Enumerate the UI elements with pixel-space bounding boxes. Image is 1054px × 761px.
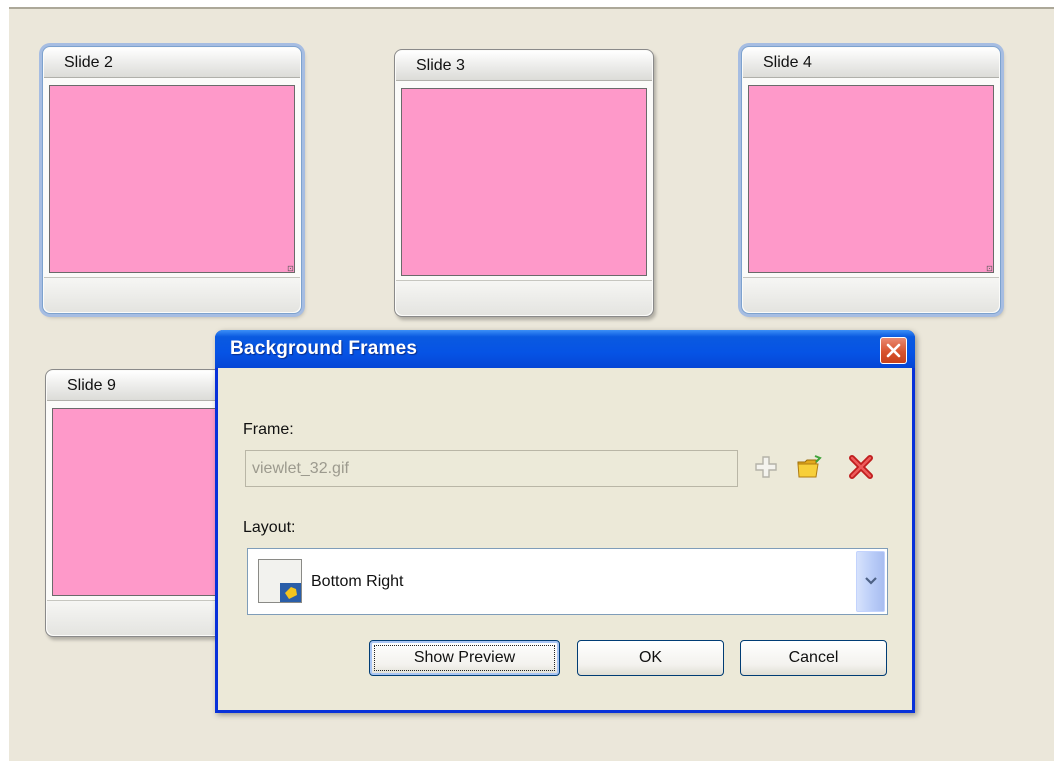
layout-dropdown[interactable]: Bottom Right xyxy=(247,548,888,615)
delete-icon[interactable] xyxy=(848,454,874,480)
resize-icon[interactable]: ⊡ xyxy=(287,265,294,273)
dropdown-button[interactable] xyxy=(856,551,885,612)
ok-button[interactable]: OK xyxy=(577,640,724,676)
focus-ring xyxy=(374,645,555,671)
cancel-label: Cancel xyxy=(788,649,839,666)
resize-icon[interactable]: ⊡ xyxy=(986,265,993,273)
slide-title: Slide 3 xyxy=(396,51,652,81)
layout-label: Layout: xyxy=(243,519,296,536)
layout-bottom-right-icon xyxy=(258,559,302,603)
layout-value: Bottom Right xyxy=(311,573,404,590)
slide-card-4[interactable]: Slide 4 ⊡ xyxy=(741,46,1001,314)
slide-thumbnail[interactable]: ⊡ xyxy=(748,85,994,273)
open-folder-icon[interactable] xyxy=(796,454,822,480)
slide-footer xyxy=(44,277,300,312)
cancel-button[interactable]: Cancel xyxy=(740,640,887,676)
close-icon xyxy=(886,343,901,358)
chevron-down-icon xyxy=(865,577,877,585)
slide-title: Slide 4 xyxy=(743,48,999,78)
ok-label: OK xyxy=(638,649,663,666)
show-preview-button[interactable]: Show Preview xyxy=(369,640,560,676)
slide-card-3[interactable]: Slide 3 xyxy=(394,49,654,317)
slide-card-2[interactable]: Slide 2 ⊡ xyxy=(42,46,302,314)
slide-thumbnail[interactable] xyxy=(401,88,647,276)
slide-title: Slide 2 xyxy=(44,48,300,78)
dialog-titlebar[interactable]: Background Frames xyxy=(215,330,915,368)
slide-footer xyxy=(743,277,999,312)
window-left-edge xyxy=(0,0,9,761)
background-frames-dialog: Background Frames Frame: viewlet_32.gif … xyxy=(215,330,915,713)
frame-label: Frame: xyxy=(243,421,294,438)
frame-field[interactable]: viewlet_32.gif xyxy=(245,450,738,487)
dialog-title: Background Frames xyxy=(230,338,418,359)
slide-thumbnail[interactable]: ⊡ xyxy=(49,85,295,273)
close-button[interactable] xyxy=(880,337,907,364)
slide-footer xyxy=(396,280,652,315)
window-top-edge xyxy=(9,0,1054,9)
add-icon[interactable] xyxy=(753,454,779,480)
